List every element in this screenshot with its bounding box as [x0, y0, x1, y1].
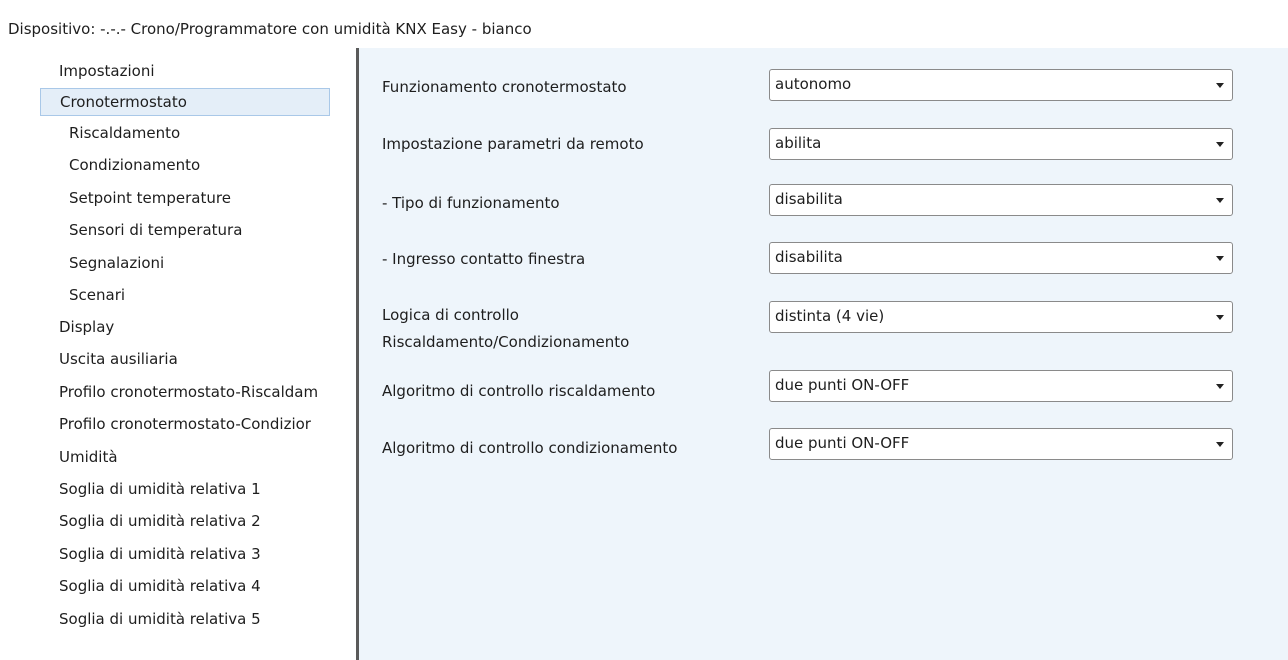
parameter-panel: Funzionamento cronotermostato autonomo I… — [359, 48, 1288, 660]
param-label-parametri-remoto: Impostazione parametri da remoto — [382, 135, 644, 153]
sidebar-item-scenari[interactable]: Scenari — [69, 281, 125, 309]
chevron-down-icon — [1216, 384, 1224, 389]
param-label-logica-controllo: Logica di controllo Riscaldamento/Condiz… — [382, 303, 629, 354]
sidebar-nav: Impostazioni Cronotermostato Riscaldamen… — [0, 48, 356, 660]
dropdown-value: autonomo — [775, 75, 852, 93]
dropdown-contatto-finestra[interactable]: disabilita — [769, 242, 1233, 274]
chevron-down-icon — [1216, 256, 1224, 261]
sidebar-item-soglia-umidita-1[interactable]: Soglia di umidità relativa 1 — [59, 475, 261, 503]
param-label-funzionamento: Funzionamento cronotermostato — [382, 78, 627, 96]
sidebar-item-segnalazioni[interactable]: Segnalazioni — [69, 249, 164, 277]
window-title-bar: Dispositivo: -.-.- Crono/Programmatore c… — [0, 0, 1288, 48]
sidebar-item-umidita[interactable]: Umidità — [59, 443, 118, 471]
param-label-line2: Riscaldamento/Condizionamento — [382, 333, 630, 351]
dropdown-algoritmo-riscaldamento[interactable]: due punti ON-OFF — [769, 370, 1233, 402]
dropdown-value: disabilita — [775, 248, 843, 266]
param-label-line1: Logica di controllo — [382, 306, 519, 324]
dropdown-parametri-remoto[interactable]: abilita — [769, 128, 1233, 160]
dropdown-value: due punti ON-OFF — [775, 376, 910, 394]
sidebar-item-uscita-ausiliaria[interactable]: Uscita ausiliaria — [59, 345, 178, 373]
dropdown-value: distinta (4 vie) — [775, 307, 885, 325]
sidebar-item-soglia-umidita-3[interactable]: Soglia di umidità relativa 3 — [59, 540, 261, 568]
chevron-down-icon — [1216, 198, 1224, 203]
param-label-algoritmo-riscaldamento: Algoritmo di controllo riscaldamento — [382, 382, 656, 400]
sidebar-item-profilo-condizionamento[interactable]: Profilo cronotermostato-Condizior — [59, 410, 311, 438]
sidebar-item-impostazioni[interactable]: Impostazioni — [59, 57, 155, 85]
dropdown-tipo-funzionamento[interactable]: disabilita — [769, 184, 1233, 216]
sidebar-item-riscaldamento[interactable]: Riscaldamento — [69, 119, 180, 147]
sidebar-item-profilo-riscaldamento[interactable]: Profilo cronotermostato-Riscaldam — [59, 378, 318, 406]
param-label-algoritmo-condizionamento: Algoritmo di controllo condizionamento — [382, 439, 678, 457]
chevron-down-icon — [1216, 142, 1224, 147]
dropdown-logica-controllo[interactable]: distinta (4 vie) — [769, 301, 1233, 333]
chevron-down-icon — [1216, 442, 1224, 447]
sidebar-item-soglia-umidita-2[interactable]: Soglia di umidità relativa 2 — [59, 507, 261, 535]
param-label-tipo-funzionamento: - Tipo di funzionamento — [382, 194, 560, 212]
dropdown-value: disabilita — [775, 190, 843, 208]
dropdown-algoritmo-condizionamento[interactable]: due punti ON-OFF — [769, 428, 1233, 460]
dropdown-funzionamento[interactable]: autonomo — [769, 69, 1233, 101]
sidebar-item-condizionamento[interactable]: Condizionamento — [69, 151, 200, 179]
chevron-down-icon — [1216, 315, 1224, 320]
sidebar-item-sensori-temperatura[interactable]: Sensori di temperatura — [69, 216, 242, 244]
sidebar-item-soglia-umidita-4[interactable]: Soglia di umidità relativa 4 — [59, 572, 261, 600]
sidebar-item-cronotermostato[interactable]: Cronotermostato — [40, 88, 330, 116]
chevron-down-icon — [1216, 83, 1224, 88]
dropdown-value: abilita — [775, 134, 822, 152]
dropdown-value: due punti ON-OFF — [775, 434, 910, 452]
param-label-contatto-finestra: - Ingresso contatto finestra — [382, 250, 586, 268]
sidebar-item-display[interactable]: Display — [59, 313, 114, 341]
sidebar-item-soglia-umidita-5[interactable]: Soglia di umidità relativa 5 — [59, 605, 261, 633]
window-title: Dispositivo: -.-.- Crono/Programmatore c… — [8, 20, 532, 38]
sidebar-item-setpoint-temperature[interactable]: Setpoint temperature — [69, 184, 231, 212]
